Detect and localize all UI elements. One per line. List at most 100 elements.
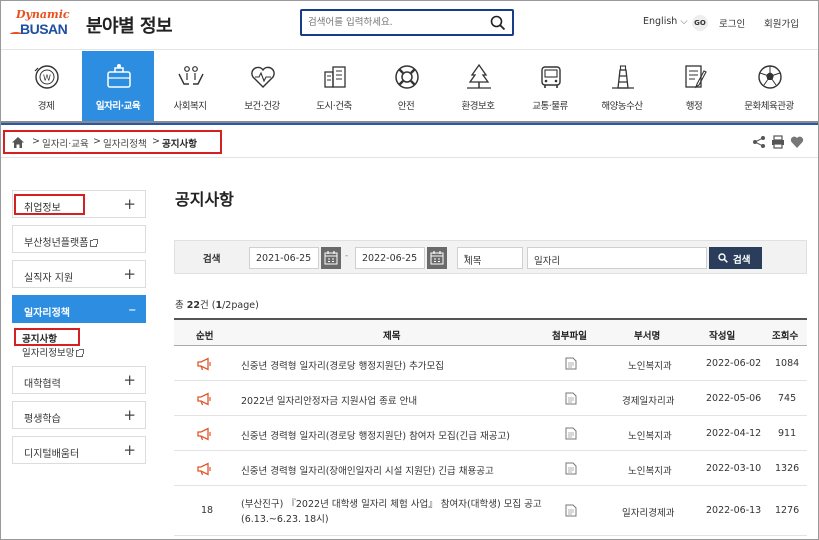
dynamic-busan-logo[interactable]: Dynamic BUSAN (10, 8, 80, 42)
row-title-line2[interactable]: (6.13.~6.23. 18시) (241, 511, 329, 525)
row-department: 노인복지과 (628, 431, 672, 442)
nav-transport-logistics[interactable]: 교통·물류 (514, 51, 586, 121)
nav-safety[interactable]: 안전 (370, 51, 442, 121)
field-select[interactable]: 제목 ▾ (457, 247, 523, 269)
total-count: 총 22건 (1/2page) (175, 297, 259, 311)
file-icon[interactable] (565, 392, 577, 405)
total-suffix: 건 ( (200, 300, 216, 311)
keyword-value: 일자리 (534, 256, 561, 267)
search-input[interactable] (308, 14, 488, 31)
breadcrumb-item[interactable]: 일자리·교육 (42, 136, 89, 150)
row-title[interactable]: 신중년 경력형 일자리(장애인일자리 시설 지원단) 긴급 채용공고 (241, 463, 494, 477)
nav-label: 일자리·교육 (95, 101, 141, 112)
nav-jobs-education[interactable]: 일자리·교육 (82, 51, 154, 121)
heart-icon[interactable] (790, 135, 804, 149)
row-date: 2022-03-10 (706, 463, 762, 474)
heart-health-icon (251, 66, 275, 88)
language-go-button[interactable]: GO (692, 15, 708, 31)
login-link[interactable]: 로그인 (719, 16, 745, 30)
search-button[interactable]: 검색 (709, 247, 762, 269)
row-title[interactable]: (부산진구) 『2022년 대학생 일자리 체험 사업』 참여자(대학생) 모집… (241, 496, 542, 510)
breadcrumb-current: 공지사항 (162, 139, 197, 150)
sidebar-item-digital-learning[interactable]: 디지털배움터 + (12, 436, 146, 464)
date-to-field[interactable]: 2022-06-25 (355, 247, 425, 269)
print-icon[interactable] (771, 135, 785, 149)
nav-culture-sports-tourism[interactable]: 문화체육관광 (733, 51, 805, 121)
col-no: 순번 (196, 331, 214, 342)
date-to-value: 2022-06-25 (362, 253, 418, 264)
svg-text:W: W (43, 74, 51, 83)
table-row[interactable]: 18 (부산진구) 『2022년 대학생 일자리 체험 사업』 참여자(대학생) … (174, 486, 807, 536)
nav-urban-architecture[interactable]: 도시·건축 (298, 51, 370, 121)
row-title[interactable]: 신중년 경력형 일자리(경로당 행정지원단) 참여자 모집(긴급 재공고) (241, 428, 510, 442)
keyword-input[interactable]: 일자리 (527, 247, 707, 269)
table-row[interactable]: 신중년 경력형 일자리(경로당 행정지원단) 참여자 모집(긴급 재공고) 노인복… (174, 416, 807, 451)
row-title[interactable]: 2022년 일자리안정자금 지원사업 종료 안내 (241, 393, 417, 407)
nav-label: 문화체육관광 (744, 101, 794, 112)
table-row[interactable]: 신중년 경력형 일자리(경로당 행정지원단) 추가모집 노인복지과 2022-06-… (174, 346, 807, 381)
nav-health[interactable]: 보건·건강 (226, 51, 298, 121)
search-icon[interactable] (490, 15, 506, 31)
nav-label: 경제 (37, 101, 55, 112)
plus-icon: + (123, 406, 136, 424)
row-views: 1084 (775, 358, 800, 369)
logo-bottom-text: BUSAN (20, 21, 68, 37)
external-link-icon (76, 349, 85, 357)
lifebuoy-icon (395, 65, 419, 89)
language-select[interactable]: English ⌵ (643, 16, 688, 27)
file-icon[interactable] (565, 427, 577, 440)
nav-label: 해양농수산 (601, 101, 643, 112)
nav-economy[interactable]: W 경제 (10, 51, 82, 121)
sidebar-sub-job-info-network[interactable]: 일자리정보망 (22, 345, 85, 359)
breadcrumb: > 일자리·교육 > 일자리정책 > 공지사항 (0, 125, 819, 158)
calendar-icon[interactable] (321, 247, 341, 269)
megaphone-icon (197, 357, 211, 371)
calendar-glyph (430, 251, 444, 265)
breadcrumb-separator: > (93, 136, 101, 147)
share-icon[interactable] (752, 135, 766, 149)
calendar-icon[interactable] (427, 247, 447, 269)
buildings-icon (324, 66, 346, 88)
plus-icon: + (123, 441, 136, 459)
nav-administration[interactable]: 행정 (658, 51, 730, 121)
file-icon[interactable] (565, 357, 577, 370)
sidebar-item-label: 실직자 지원 (24, 273, 74, 284)
external-link-icon (90, 238, 99, 247)
chevron-down-icon: ⌵ (680, 16, 688, 27)
nav-environment[interactable]: 환경보호 (442, 51, 514, 121)
sidebar-item-unemployed-support[interactable]: 실직자 지원 + (12, 260, 146, 288)
sidebar-sub-notice[interactable]: 공지사항 (22, 331, 57, 345)
date-from-field[interactable]: 2021-06-25 (249, 247, 319, 269)
nav-marine-agriculture[interactable]: 해양농수산 (586, 51, 658, 121)
row-title[interactable]: 신중년 경력형 일자리(경로당 행정지원단) 추가모집 (241, 358, 444, 372)
home-icon[interactable] (12, 137, 24, 148)
row-views: 1326 (775, 463, 800, 474)
total-number: 22 (186, 300, 200, 311)
file-icon[interactable] (565, 462, 577, 475)
join-link[interactable]: 회원가입 (764, 16, 799, 30)
search-label: 검색 (203, 254, 221, 265)
search-icon (718, 253, 728, 263)
total-prefix: 총 (175, 300, 187, 311)
row-date: 2022-04-12 (706, 428, 762, 439)
table-row[interactable]: 신중년 경력형 일자리(장애인일자리 시설 지원단) 긴급 채용공고 노인복지과 2… (174, 451, 807, 486)
hands-people-icon (178, 66, 204, 85)
table-row[interactable]: 2022년 일자리안정자금 지원사업 종료 안내 경제일자리과 2022-05-06… (174, 381, 807, 416)
breadcrumb-item[interactable]: 일자리정책 (103, 136, 147, 150)
page-total: /2page) (222, 300, 259, 311)
nav-label: 환경보호 (461, 101, 495, 112)
sidebar-item-university-cooperation[interactable]: 대학협력 + (12, 366, 146, 394)
nav-social-welfare[interactable]: 사회복지 (154, 51, 226, 121)
soccer-ball-icon (758, 65, 782, 89)
page-title: 공지사항 (175, 190, 234, 209)
file-icon[interactable] (565, 504, 577, 517)
bus-icon (541, 66, 561, 88)
row-date: 2022-05-06 (706, 393, 762, 404)
sidebar-item-label: 디지털배움터 (24, 449, 80, 460)
sidebar-sub-label: 일자리정보망 (22, 348, 75, 359)
sidebar-item-youth-platform[interactable]: 부산청년플랫폼 (12, 225, 146, 253)
nav-label: 교통·물류 (532, 101, 568, 112)
search-box (300, 9, 514, 36)
sidebar-item-job-policy[interactable]: 일자리정책 – (12, 295, 146, 323)
sidebar-item-lifelong-learning[interactable]: 평생학습 + (12, 401, 146, 429)
